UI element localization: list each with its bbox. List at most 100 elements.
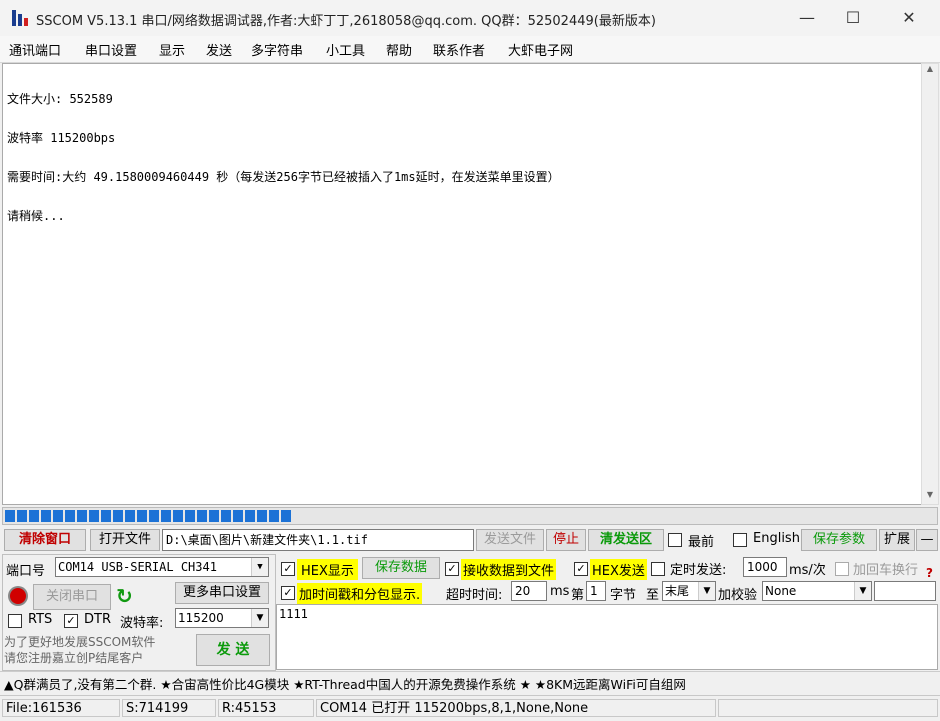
- checksum-label: 加校验: [718, 588, 758, 603]
- chevron-down-icon[interactable]: ▼: [251, 609, 268, 627]
- byte-from-input[interactable]: 1: [586, 581, 606, 601]
- progress-bar: [2, 507, 938, 525]
- receive-line: 文件大小: 552589: [7, 92, 113, 106]
- rts-label: RTS: [28, 612, 53, 627]
- byte-from-label: 第: [571, 588, 585, 603]
- status-port-info: COM14 已打开 115200bps,8,1,None,None: [316, 699, 716, 717]
- maximize-button[interactable]: ☐: [830, 0, 876, 36]
- timeout-unit-label: ms: [550, 584, 570, 599]
- port-status-icon: [10, 588, 26, 604]
- timeout-label: 超时时间:: [446, 588, 503, 603]
- scroll-up-icon[interactable]: ▲: [922, 64, 938, 78]
- refresh-icon[interactable]: ↻: [116, 586, 136, 606]
- menu-multi-string[interactable]: 多字符串: [251, 40, 303, 59]
- minimize-button[interactable]: —: [784, 0, 830, 36]
- receive-line: 波特率 115200bps: [7, 131, 116, 145]
- stop-button[interactable]: 停止: [546, 529, 586, 551]
- marquee-bar: ▲Q群满员了,没有第二个群. ★合宙高性价比4G模块 ★RT-Thread中国人…: [0, 671, 940, 694]
- receive-line: 请稍候...: [7, 209, 65, 223]
- receive-scrollbar[interactable]: ▲ ▼: [921, 63, 939, 505]
- hex-display-checkbox[interactable]: ✓: [281, 562, 295, 576]
- clear-window-button[interactable]: 清除窗口: [4, 529, 86, 551]
- timeout-input[interactable]: 20: [511, 581, 547, 601]
- open-file-button[interactable]: 打开文件: [90, 529, 160, 551]
- clear-send-button[interactable]: 清发送区: [588, 529, 664, 551]
- timed-unit-label: ms/次: [789, 563, 826, 578]
- status-sent-count: S:714199: [122, 699, 216, 717]
- scroll-down-icon[interactable]: ▼: [922, 490, 938, 504]
- menu-serial-settings[interactable]: 串口设置: [85, 40, 137, 59]
- promo-line: 请您注册嘉立创P结尾客户: [4, 651, 144, 665]
- close-button[interactable]: ✕: [886, 0, 932, 36]
- timestamp-label: 加时间戳和分包显示.: [297, 583, 423, 604]
- title-bar: SSCOM V5.13.1 串口/网络数据调试器,作者:大虾丁丁,2618058…: [0, 0, 940, 36]
- progress-block: [5, 510, 15, 522]
- menu-comm-port[interactable]: 通讯端口: [9, 40, 61, 59]
- rts-checkbox[interactable]: [8, 614, 22, 628]
- progress-block: [281, 510, 291, 522]
- timed-send-label: 定时发送:: [670, 563, 727, 578]
- app-icon: [10, 8, 30, 28]
- menu-contact-author[interactable]: 联系作者: [433, 40, 485, 59]
- status-extra: [718, 699, 938, 717]
- baud-select[interactable]: 115200 ▼: [175, 608, 269, 628]
- more-settings-button[interactable]: 更多串口设置: [175, 582, 269, 604]
- timed-send-checkbox[interactable]: [651, 562, 665, 576]
- timed-interval-input[interactable]: 1000: [743, 557, 787, 577]
- port-label: 端口号: [6, 564, 46, 579]
- close-port-button[interactable]: 关闭串口: [33, 584, 111, 610]
- english-label: English: [753, 531, 800, 546]
- window-title: SSCOM V5.13.1 串口/网络数据调试器,作者:大虾丁丁,2618058…: [36, 14, 656, 29]
- byte-to-select[interactable]: 末尾 ▼: [662, 581, 716, 601]
- progress-block: [221, 510, 231, 522]
- add-crlf-checkbox[interactable]: [835, 562, 849, 576]
- send-content: 1111: [279, 607, 308, 621]
- progress-block: [137, 510, 147, 522]
- progress-block: [17, 510, 27, 522]
- menu-display[interactable]: 显示: [159, 40, 185, 59]
- menu-tools[interactable]: 小工具: [326, 40, 365, 59]
- status-file-count: File:161536: [2, 699, 120, 717]
- byte-label: 字节: [610, 588, 637, 603]
- file-path-input[interactable]: D:\桌面\图片\新建文件夹\1.1.tif: [162, 529, 474, 551]
- receive-area[interactable]: 文件大小: 552589 波特率 115200bps 需要时间:大约 49.15…: [2, 63, 922, 505]
- english-checkbox[interactable]: [733, 533, 747, 547]
- receive-line: 需要时间:大约 49.1580009460449 秒（每发送256字节已经被插入…: [7, 170, 560, 184]
- menu-help[interactable]: 帮助: [386, 40, 412, 59]
- chevron-down-icon[interactable]: ▼: [698, 582, 715, 600]
- send-file-button[interactable]: 发送文件: [476, 529, 544, 551]
- port-value: COM14 USB-SERIAL CH341: [58, 560, 217, 574]
- dtr-label: DTR: [84, 612, 111, 627]
- chevron-down-icon[interactable]: ▼: [854, 582, 871, 600]
- checksum-select[interactable]: None ▼: [762, 581, 872, 601]
- expand-button[interactable]: 扩展: [879, 529, 915, 551]
- menu-website[interactable]: 大虾电子网: [508, 40, 573, 59]
- chevron-down-icon[interactable]: ▼: [251, 558, 268, 576]
- progress-block: [65, 510, 75, 522]
- dtr-checkbox[interactable]: ✓: [64, 614, 78, 628]
- menu-bar: 通讯端口 串口设置 显示 发送 多字符串 小工具 帮助 联系作者 大虾电子网: [0, 36, 940, 63]
- to-label: 至: [646, 588, 660, 603]
- checksum-value: None: [765, 584, 797, 598]
- topmost-checkbox[interactable]: [668, 533, 682, 547]
- promo-line: 为了更好地发展SSCOM软件: [4, 635, 156, 649]
- progress-block: [173, 510, 183, 522]
- hex-send-label: HEX发送: [590, 559, 647, 580]
- receive-text: 文件大小: 552589 波特率 115200bps 需要时间:大约 49.15…: [7, 67, 560, 249]
- menu-send[interactable]: 发送: [206, 40, 232, 59]
- save-data-button[interactable]: 保存数据: [362, 557, 440, 579]
- progress-block: [245, 510, 255, 522]
- save-params-button[interactable]: 保存参数: [801, 529, 877, 551]
- port-select[interactable]: COM14 USB-SERIAL CH341 ▼: [55, 557, 269, 577]
- timestamp-checkbox[interactable]: ✓: [281, 586, 295, 600]
- help-icon[interactable]: ?: [926, 566, 933, 580]
- byte-to-value: 末尾: [665, 584, 690, 598]
- recv-to-file-checkbox[interactable]: ✓: [445, 562, 459, 576]
- hex-display-label: HEX显示: [297, 559, 358, 580]
- progress-block: [41, 510, 51, 522]
- collapse-button[interactable]: —: [916, 529, 938, 551]
- progress-block: [101, 510, 111, 522]
- hex-send-checkbox[interactable]: ✓: [574, 562, 588, 576]
- send-input[interactable]: 1111: [276, 604, 938, 670]
- send-button[interactable]: 发 送: [196, 634, 270, 666]
